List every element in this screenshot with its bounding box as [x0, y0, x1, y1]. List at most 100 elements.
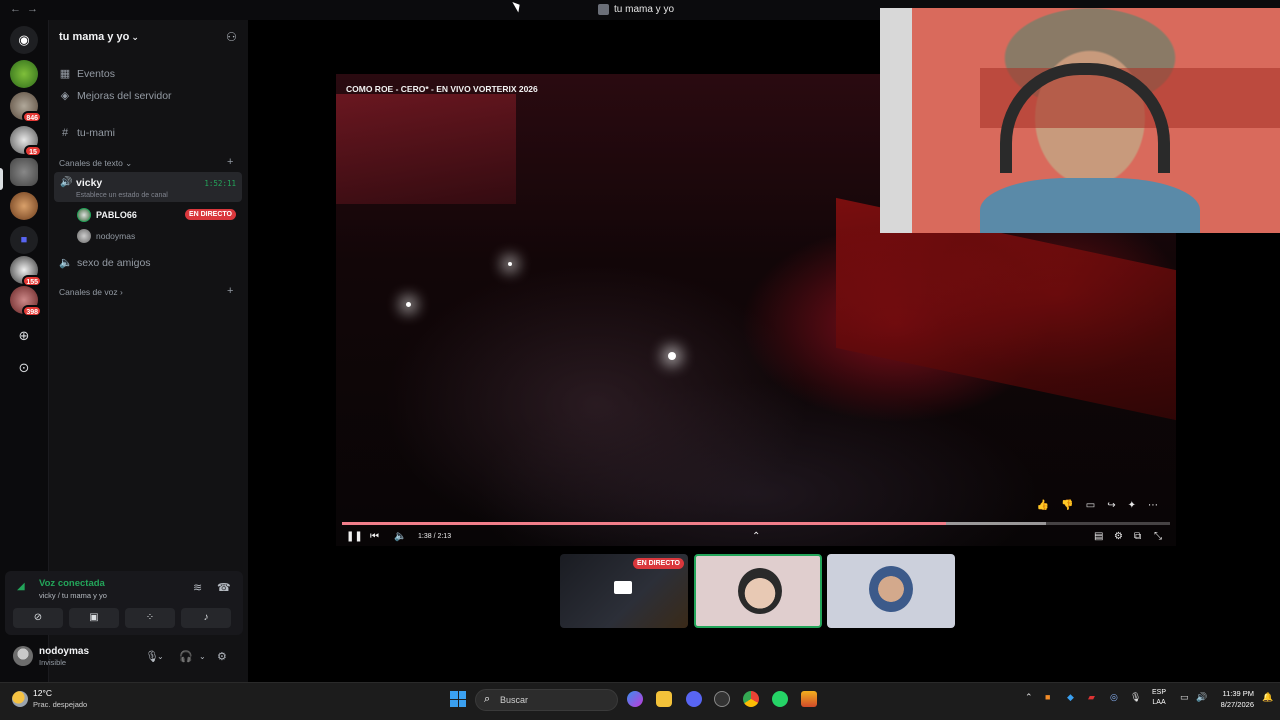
steam-icon[interactable]: ◎ — [1110, 692, 1118, 703]
pause-icon[interactable]: ❚❚ — [346, 531, 363, 542]
voice-user-pablo66[interactable]: PABLO66 — [77, 208, 137, 222]
soundboard-button[interactable]: ♪ — [181, 608, 231, 628]
file-explorer-icon[interactable] — [656, 691, 672, 707]
keyboard-layout: LAA — [1152, 699, 1166, 706]
server-icon — [598, 4, 609, 15]
video-buffered — [342, 522, 1046, 525]
folder-icon[interactable]: ■ — [10, 226, 38, 254]
add-server-icon[interactable]: ⊕ — [14, 326, 34, 346]
server-icon[interactable]: 15 — [10, 126, 42, 157]
weather-icon[interactable] — [12, 691, 28, 707]
server-name[interactable]: tu mama y yo ⌄ — [59, 31, 139, 43]
settings-gear-icon[interactable]: ⚙ — [217, 650, 227, 663]
participant-tile[interactable] — [694, 554, 822, 628]
voice-channel-vicky[interactable]: 🔊 vicky Establece un estado de canal 1:5… — [54, 172, 242, 202]
back-forward-icons[interactable]: ←→ — [10, 3, 44, 15]
tray-app-icon[interactable]: ▰ — [1088, 692, 1095, 703]
participant-tile[interactable] — [827, 554, 955, 628]
chevron-up-icon[interactable]: ⌃ — [752, 531, 760, 542]
whatsapp-icon[interactable] — [772, 691, 788, 707]
webcam-scene — [980, 178, 1200, 233]
settings-gear-icon[interactable]: ⚙ — [1114, 531, 1123, 542]
boost-icon: ◈ — [60, 90, 70, 102]
voice-connected-subtitle[interactable]: vicky / tu mama y yo — [39, 591, 107, 600]
microphone-icon[interactable]: 🎙 — [1130, 692, 1141, 703]
server-icon[interactable]: 398 — [10, 286, 42, 317]
share-icon[interactable]: ↪ — [1107, 500, 1115, 511]
calendar-icon: ▦ — [59, 68, 71, 80]
voice-channel-sexo-de-amigos[interactable]: 🔈 sexo de amigos — [59, 256, 151, 270]
disconnect-icon[interactable]: ☎ — [217, 581, 231, 594]
copilot-icon[interactable] — [627, 691, 643, 707]
category-voice-channels[interactable]: Canales de voz › + — [59, 285, 233, 297]
tray-app-icon[interactable]: ■ — [1045, 692, 1050, 702]
server-icon[interactable]: 846 — [10, 92, 42, 123]
screen-share-icon — [614, 581, 632, 594]
server-icon[interactable]: 155 — [10, 256, 42, 287]
taskbar-search[interactable]: ⌕ Buscar — [475, 689, 618, 711]
server-boost-item[interactable]: ◈ Mejoras del servidor — [59, 89, 172, 103]
obs-icon[interactable] — [714, 691, 730, 707]
add-channel-icon[interactable]: + — [227, 156, 233, 168]
tray-app-icon[interactable]: ◆ — [1067, 692, 1074, 703]
server-name-text: tu mama y yo — [59, 31, 130, 43]
dislike-icon[interactable]: 👎 — [1061, 500, 1073, 511]
window-title-text: tu mama y yo — [614, 4, 675, 15]
unread-badge: 398 — [22, 305, 42, 317]
language-code: ESP — [1152, 689, 1167, 696]
voice-channel-label: vicky — [76, 177, 103, 189]
video-progress-bar[interactable] — [342, 522, 1170, 525]
avatar — [77, 208, 91, 222]
app-icon[interactable] — [801, 691, 817, 707]
discover-icon[interactable]: ⊙ — [14, 358, 34, 378]
voice-user-nodoymas[interactable]: nodoymas — [77, 229, 135, 243]
discord-app-icon[interactable] — [686, 691, 702, 707]
comment-icon[interactable]: ▭ — [1086, 500, 1095, 511]
windows-start-icon[interactable] — [450, 691, 466, 707]
server-icon[interactable] — [10, 60, 38, 88]
camera-off-button[interactable]: ⊘ — [13, 608, 63, 628]
signal-icon[interactable]: ◢ — [17, 581, 25, 592]
more-icon[interactable]: ⋯ — [1148, 500, 1158, 511]
participant-tile-stream[interactable]: EN DIRECTO — [560, 554, 688, 628]
webcam-overlay — [880, 8, 1280, 233]
weather-temperature[interactable]: 12°C — [33, 688, 52, 698]
network-icon[interactable]: ▭ — [1180, 692, 1189, 703]
miniplayer-icon[interactable]: ⧉ — [1134, 531, 1141, 542]
notifications-icon[interactable]: 🔔 — [1262, 692, 1273, 703]
share-screen-button[interactable]: ▣ — [69, 608, 119, 628]
user-name: nodoymas — [39, 646, 90, 657]
input-language[interactable]: ESP LAA — [1152, 688, 1166, 708]
activities-button[interactable]: ⁘ — [125, 608, 175, 628]
channel-status-prompt[interactable]: Establece un estado de canal — [76, 192, 168, 199]
text-channel-tu-mami[interactable]: # tu-mami — [59, 127, 115, 139]
add-channel-icon[interactable]: + — [227, 285, 233, 297]
fullscreen-exit-icon[interactable]: ⤡ — [1154, 531, 1162, 542]
chevron-down-icon[interactable]: ⌄ — [157, 652, 164, 661]
avatar[interactable] — [13, 646, 33, 666]
tray-overflow-icon[interactable]: ⌃ — [1025, 692, 1033, 703]
previous-icon[interactable]: ⏮ — [370, 531, 379, 542]
server-icon-active[interactable] — [10, 158, 38, 186]
user-status: Invisible — [39, 658, 67, 667]
sparkle-icon[interactable]: ✦ — [1128, 500, 1136, 511]
server-icon[interactable] — [10, 192, 38, 220]
live-badge: EN DIRECTO — [184, 209, 236, 220]
events-label: Eventos — [77, 67, 115, 80]
avatar — [869, 566, 913, 612]
headphones-icon[interactable]: 🎧 — [179, 650, 193, 663]
speaker-icon: 🔈 — [59, 257, 73, 269]
clock[interactable]: 11:39 PM 8/27/2026 — [1216, 688, 1254, 710]
like-icon[interactable]: 👍 — [1037, 500, 1049, 511]
invite-people-icon[interactable]: ⚇ — [226, 30, 240, 44]
noise-suppression-icon[interactable]: ≋ — [193, 581, 202, 594]
weather-description[interactable]: Prac. despejado — [33, 700, 87, 709]
category-text-channels[interactable]: Canales de texto ⌄ + — [59, 156, 233, 169]
discord-home-icon[interactable]: ◉ — [10, 26, 38, 54]
volume-icon[interactable]: 🔊 — [1196, 692, 1207, 703]
chevron-down-icon[interactable]: ⌄ — [199, 652, 206, 661]
volume-icon[interactable]: 🔈 — [394, 531, 406, 542]
chrome-icon[interactable] — [743, 691, 759, 707]
events-item[interactable]: ▦ Eventos — [59, 67, 115, 81]
captions-icon[interactable]: ▤ — [1094, 531, 1103, 542]
